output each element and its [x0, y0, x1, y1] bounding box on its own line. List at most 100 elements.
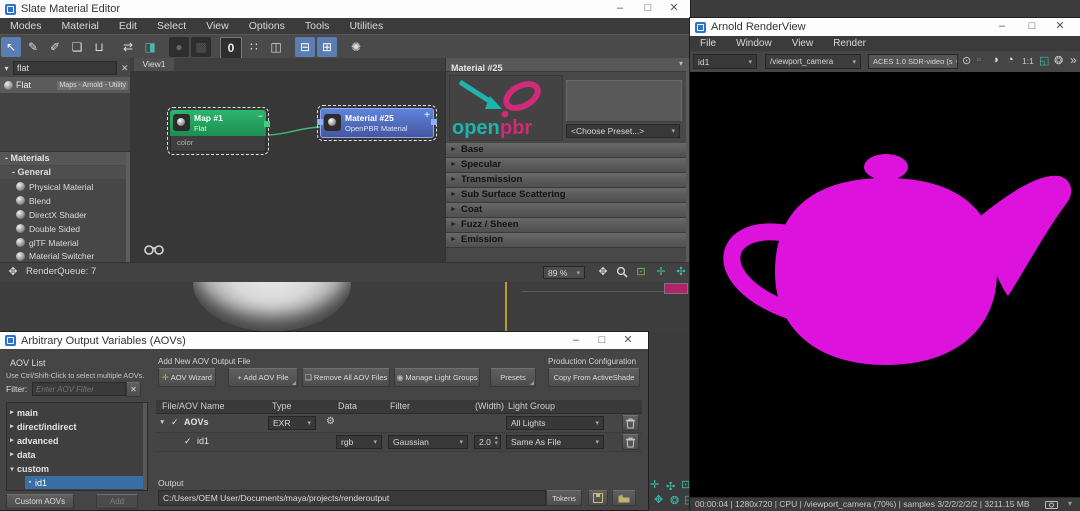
layout-panels-icon[interactable]: ◫	[266, 37, 286, 57]
browser-search-input[interactable]	[13, 61, 117, 75]
duplicate-icon[interactable]: ❏	[67, 37, 87, 57]
assign-material-icon[interactable]: ✐	[45, 37, 65, 57]
show-shaded-icon[interactable]: ●	[169, 37, 189, 57]
filter-clear-button[interactable]: ✕	[126, 382, 141, 397]
search-clear-icon[interactable]: ✕	[121, 63, 129, 74]
rollout-specular[interactable]: ►Specular	[446, 158, 687, 173]
node-canvas[interactable]: Map #1 Flat − color Material #25 OpenPBR…	[130, 71, 445, 262]
slate-close-button[interactable]: ✕	[662, 0, 686, 18]
colorspace-dropdown[interactable]: ACES 1.0 SDR-video (s ▾	[868, 54, 958, 69]
zoom-extents-icon[interactable]: ✛	[650, 480, 659, 491]
zoom-ratio-label[interactable]: 1:1	[1022, 56, 1034, 66]
rollout-transmission[interactable]: ►Transmission	[446, 173, 687, 188]
expand-view-icon[interactable]: ◱	[1039, 54, 1049, 67]
tokens-button[interactable]: Tokens	[546, 490, 582, 506]
map-node[interactable]: Map #1 Flat − color	[170, 110, 266, 152]
browser-item-gltf-material[interactable]: glTF Material	[0, 236, 126, 249]
material-node-input-socket[interactable]	[317, 119, 323, 125]
arnold-minimize-button[interactable]: –	[990, 18, 1014, 36]
add-custom-aov-button[interactable]: Add	[96, 494, 138, 509]
aov-id1-row[interactable]: ✓ id1 rgb ▾ Gaussian ▾ 2.0 ⯅⯆ Same As Fi…	[156, 433, 642, 452]
camera-icon[interactable]	[1045, 500, 1058, 509]
menu-select[interactable]: Select	[147, 18, 196, 34]
rollout-sss[interactable]: ►Sub Surface Scattering	[446, 188, 687, 203]
dim-icon[interactable]: ▫	[977, 54, 981, 66]
search-result-row[interactable]: Flat Maps - Arnold - Utility	[0, 77, 130, 93]
choose-preset-dropdown[interactable]: <Choose Preset...> ▾	[566, 124, 680, 138]
menu-options[interactable]: Options	[239, 18, 295, 34]
material-browser-toggle-icon[interactable]: ⊞	[317, 37, 337, 57]
zoom-region-icon[interactable]: ⊡	[632, 263, 650, 281]
rollout-emission[interactable]: ►Emission	[446, 233, 687, 248]
type-dropdown[interactable]: EXR ▾	[268, 416, 316, 430]
tree-item-advanced[interactable]: ► advanced	[7, 434, 147, 447]
file-light-group-dropdown[interactable]: All Lights ▾	[506, 416, 604, 430]
select-tool-icon[interactable]: ↖	[1, 37, 21, 57]
width-spinner[interactable]: 2.0 ⯅⯆	[474, 435, 501, 449]
material-node[interactable]: Material #25 OpenPBR Material +	[320, 108, 434, 138]
aov-filter-input[interactable]	[32, 382, 126, 396]
zoom-region-icon[interactable]: ⊡	[681, 480, 690, 491]
render-canvas[interactable]	[690, 72, 1080, 497]
zoom-tool-icon[interactable]	[616, 266, 628, 278]
render-maps-icon[interactable]: ✺	[346, 37, 366, 57]
binoculars-icon[interactable]	[144, 243, 164, 255]
manage-light-groups-button[interactable]: ◉ Manage Light Groups	[394, 368, 480, 387]
map-node-color-slot[interactable]: color	[170, 136, 266, 152]
menu-material[interactable]: Material	[52, 18, 109, 34]
params-header-arrow-icon[interactable]: ▾	[679, 59, 683, 68]
menu-modes[interactable]: Modes	[0, 18, 52, 34]
more-tools-icon[interactable]: »	[1070, 53, 1077, 67]
layout-dots-icon[interactable]: ∷	[244, 37, 264, 57]
rollout-fuzz-sheen[interactable]: ►Fuzz / Sheen	[446, 218, 687, 233]
output-path-input[interactable]	[158, 490, 546, 506]
aov-file-row[interactable]: ▼ ✓ AOVs EXR ▾ ⚙ All Lights ▾	[156, 414, 642, 433]
remove-all-aov-files-button[interactable]: ❏ Remove All AOV Files	[302, 368, 390, 387]
ab-compare-icon[interactable]: ◑	[992, 54, 999, 66]
copy-from-activeshade-button[interactable]: Copy From ActiveShade	[548, 368, 640, 387]
snapshot-icon[interactable]: ⊙	[962, 54, 971, 67]
map-node-output-socket[interactable]	[264, 121, 270, 127]
browse-folder-button[interactable]	[612, 490, 636, 506]
aov-light-group-dropdown[interactable]: Same As File ▾	[506, 435, 604, 449]
aov-close-button[interactable]: ✕	[616, 332, 640, 349]
show-background-icon[interactable]: ▩	[191, 37, 211, 57]
row-checkbox[interactable]: ✓	[184, 436, 192, 447]
add-aov-file-button[interactable]: + Add AOV File	[228, 368, 298, 387]
params-header[interactable]: Material #25 ▾	[446, 58, 687, 72]
arnold-maximize-button[interactable]: □	[1020, 18, 1044, 36]
file-settings-gear-icon[interactable]: ⚙	[326, 416, 335, 427]
menu-render[interactable]: Render	[823, 36, 876, 52]
slate-maximize-button[interactable]: □	[636, 0, 660, 18]
view1-tab[interactable]: View1	[134, 58, 174, 71]
menu-window[interactable]: Window	[726, 36, 782, 52]
browser-item-physical-material[interactable]: Physical Material	[0, 180, 126, 193]
menu-view[interactable]: View	[196, 18, 239, 34]
arnold-titlebar[interactable]: Arnold RenderView – □ ✕	[690, 18, 1080, 36]
camera-select-dropdown[interactable]: /viewport_camera ▾	[765, 54, 861, 69]
pan-tool-icon[interactable]: ✥	[594, 263, 612, 281]
browser-item-material-switcher[interactable]: Material Switcher	[0, 250, 126, 262]
pick-material-icon[interactable]: ✎	[23, 37, 43, 57]
data-dropdown[interactable]: rgb ▾	[336, 435, 382, 449]
menu-view[interactable]: View	[782, 36, 824, 52]
tree-item-data[interactable]: ► data	[7, 448, 147, 461]
tree-scrollbar[interactable]	[143, 403, 147, 490]
orbit-icon[interactable]: ❂	[670, 496, 679, 507]
assign-to-selection-icon[interactable]: ◨	[140, 37, 160, 57]
menu-file[interactable]: File	[690, 36, 726, 52]
delete-file-row-button[interactable]	[622, 415, 639, 431]
spinner-arrows[interactable]: ⯅⯆	[491, 437, 499, 447]
region-render-icon[interactable]: ◔	[1007, 54, 1014, 66]
arnold-close-button[interactable]: ✕	[1048, 18, 1072, 36]
menu-tools[interactable]: Tools	[295, 18, 340, 34]
menu-utilities[interactable]: Utilities	[339, 18, 393, 34]
tree-item-main[interactable]: ► main	[7, 406, 147, 419]
save-output-button[interactable]	[588, 490, 608, 506]
aov-minimize-button[interactable]: –	[564, 332, 588, 349]
browser-item-blend[interactable]: Blend	[0, 194, 126, 207]
zoom-level-dropdown[interactable]: 89 % ▾	[543, 266, 585, 279]
tree-item-custom[interactable]: ▾ custom	[7, 462, 147, 475]
show-numbers-icon[interactable]: 0	[220, 37, 242, 59]
aov-titlebar[interactable]: Arbitrary Output Variables (AOVs) – □ ✕	[0, 332, 648, 349]
